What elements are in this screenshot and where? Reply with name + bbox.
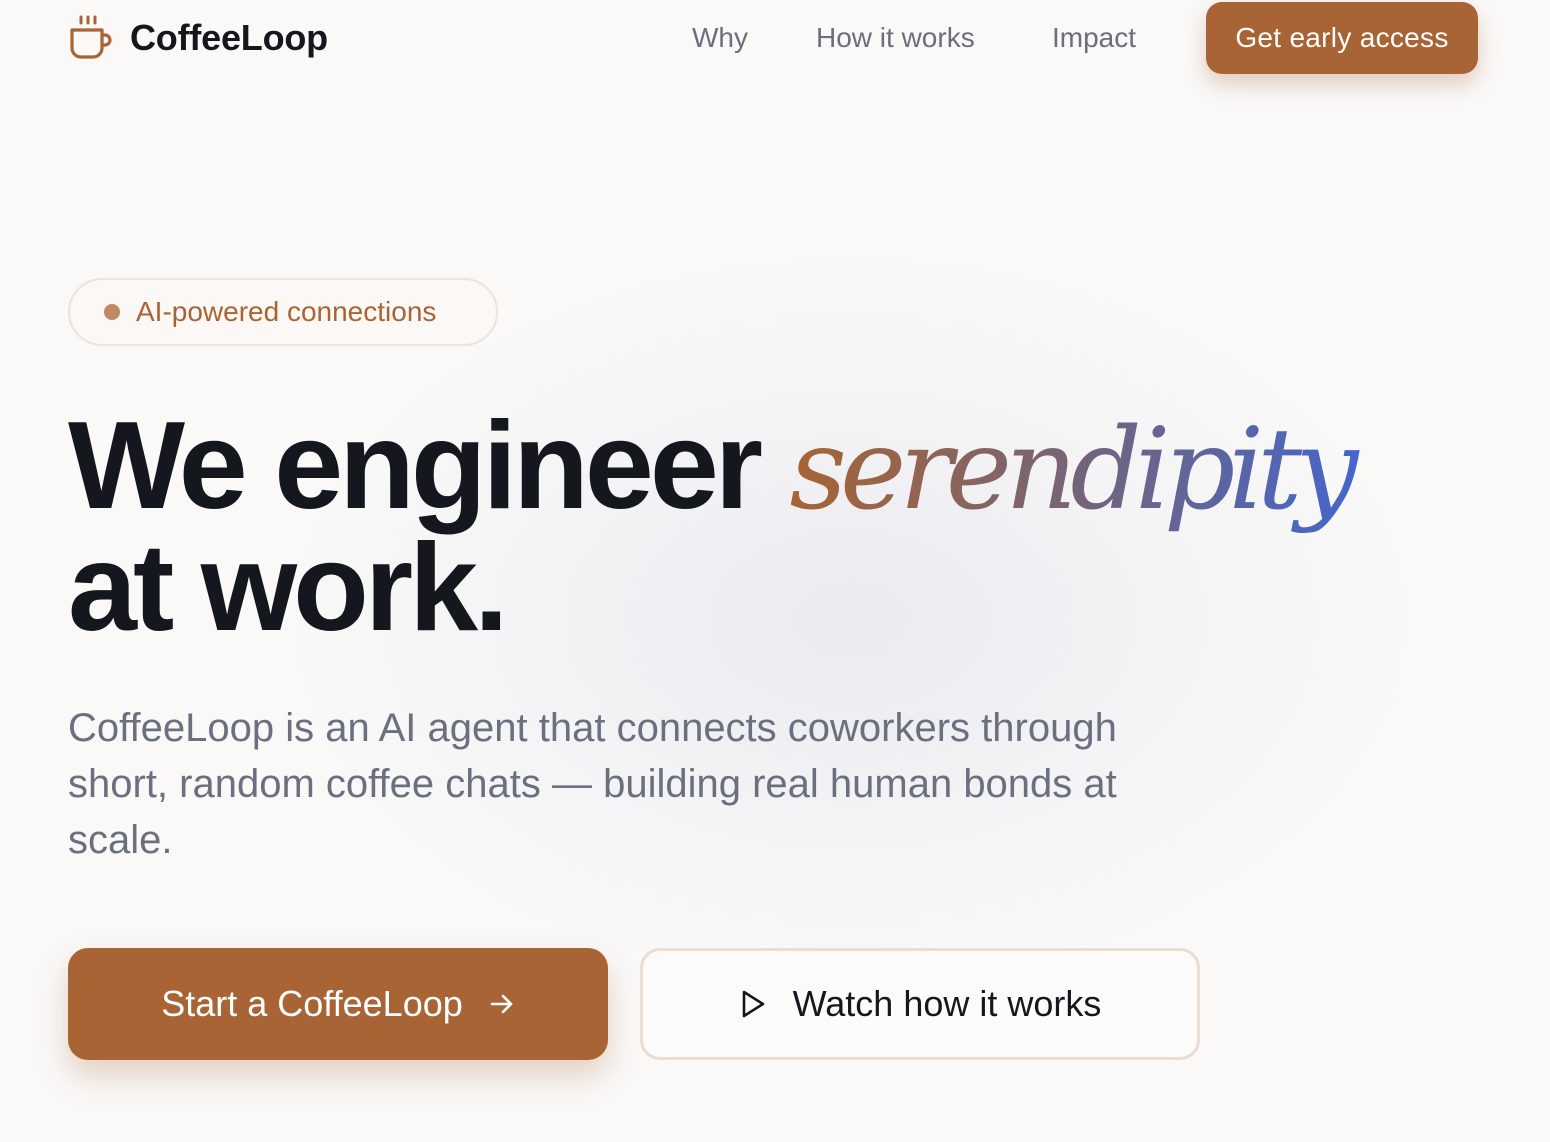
coffee-cup-icon — [68, 15, 114, 61]
nav-link-how-it-works[interactable]: How it works — [816, 20, 975, 56]
nav-link-impact[interactable]: Impact — [1052, 20, 1136, 56]
play-icon — [739, 989, 767, 1019]
brand-name: CoffeeLoop — [130, 17, 328, 58]
logo[interactable]: CoffeeLoop — [68, 14, 328, 62]
start-coffeeloop-button[interactable]: Start a CoffeeLoop — [68, 948, 608, 1060]
headline-text-1: We engineer — [68, 397, 763, 535]
get-early-access-button[interactable]: Get early access — [1206, 2, 1478, 74]
badge-label: AI-powered connections — [136, 296, 437, 327]
headline-line-1: We engineer serendipity — [68, 404, 1362, 531]
hero-headline: We engineer serendipity at work. — [68, 404, 1362, 657]
watch-how-it-works-label: Watch how it works — [792, 983, 1102, 1024]
badge-dot-icon — [104, 304, 120, 320]
start-coffeeloop-label: Start a CoffeeLoop — [161, 983, 463, 1024]
headline-line-2: at work. — [68, 519, 509, 657]
watch-how-it-works-button[interactable]: Watch how it works — [640, 948, 1200, 1060]
arrow-right-icon — [489, 991, 515, 1017]
headline-accent: serendipity — [790, 405, 1362, 535]
hero-description: CoffeeLoop is an AI agent that connects … — [68, 706, 1117, 862]
hero-badge: AI-powered connections — [68, 278, 498, 346]
nav-link-why[interactable]: Why — [692, 20, 748, 56]
